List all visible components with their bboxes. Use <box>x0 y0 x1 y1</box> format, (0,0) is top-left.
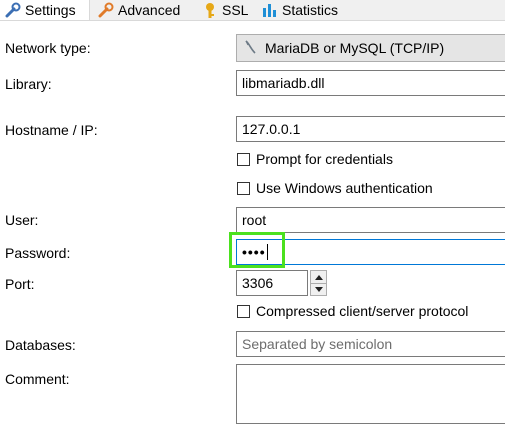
wrench-icon <box>5 2 21 18</box>
spin-down-button[interactable] <box>311 283 326 295</box>
tab-ssl[interactable]: SSL <box>196 0 256 19</box>
databases-label: Databases: <box>5 337 76 353</box>
tab-advanced-label: Advanced <box>118 1 181 18</box>
checkbox-box[interactable] <box>237 152 250 166</box>
comment-label: Comment: <box>5 371 70 387</box>
compressed-protocol-label: Compressed client/server protocol <box>256 303 469 319</box>
network-type-value: MariaDB or MySQL (TCP/IP) <box>265 40 445 56</box>
databases-placeholder: Separated by semicolon <box>242 336 393 352</box>
tab-statistics[interactable]: Statistics <box>256 0 350 19</box>
checkbox-box[interactable] <box>237 304 250 318</box>
library-label: Library: <box>5 76 52 92</box>
library-value: libmariadb.dll <box>242 75 325 91</box>
dolphin-icon <box>243 39 259 58</box>
port-label: Port: <box>5 276 35 292</box>
port-value: 3306 <box>242 275 274 291</box>
bar-chart-icon <box>262 2 278 18</box>
tab-settings-label: Settings <box>25 2 76 18</box>
comment-textarea[interactable] <box>236 364 505 424</box>
wrench-icon <box>98 2 114 18</box>
tab-strip: Settings Advanced SSL Statistics <box>0 0 505 21</box>
hostname-value: 127.0.0.1 <box>242 121 301 137</box>
arrow-down-icon <box>314 286 323 292</box>
user-label: User: <box>5 212 39 228</box>
hostname-field[interactable]: 127.0.0.1 <box>236 116 505 142</box>
user-value: root <box>242 212 267 228</box>
tab-advanced[interactable]: Advanced <box>92 0 192 19</box>
password-label: Password: <box>5 245 71 261</box>
databases-field[interactable]: Separated by semicolon <box>236 331 505 357</box>
tab-settings[interactable]: Settings <box>0 0 90 20</box>
prompt-credentials-checkbox[interactable]: Prompt for credentials <box>237 151 393 167</box>
port-spinner[interactable] <box>310 270 327 296</box>
compressed-protocol-checkbox[interactable]: Compressed client/server protocol <box>237 303 468 319</box>
prompt-credentials-label: Prompt for credentials <box>256 151 393 167</box>
port-field[interactable]: 3306 <box>236 270 308 296</box>
library-field[interactable]: libmariadb.dll <box>236 70 505 96</box>
windows-auth-label: Use Windows authentication <box>256 180 433 196</box>
checkbox-box[interactable] <box>237 181 250 195</box>
windows-auth-checkbox[interactable]: Use Windows authentication <box>237 180 433 196</box>
highlight-box <box>229 232 285 268</box>
network-type-label: Network type: <box>5 40 91 56</box>
tab-ssl-label: SSL <box>222 1 249 18</box>
tab-statistics-label: Statistics <box>282 1 339 18</box>
network-type-select[interactable]: MariaDB or MySQL (TCP/IP) <box>236 34 505 62</box>
user-field[interactable]: root <box>236 207 505 233</box>
arrow-up-icon <box>314 274 323 280</box>
key-icon <box>202 2 218 18</box>
hostname-label: Hostname / IP: <box>5 122 98 138</box>
